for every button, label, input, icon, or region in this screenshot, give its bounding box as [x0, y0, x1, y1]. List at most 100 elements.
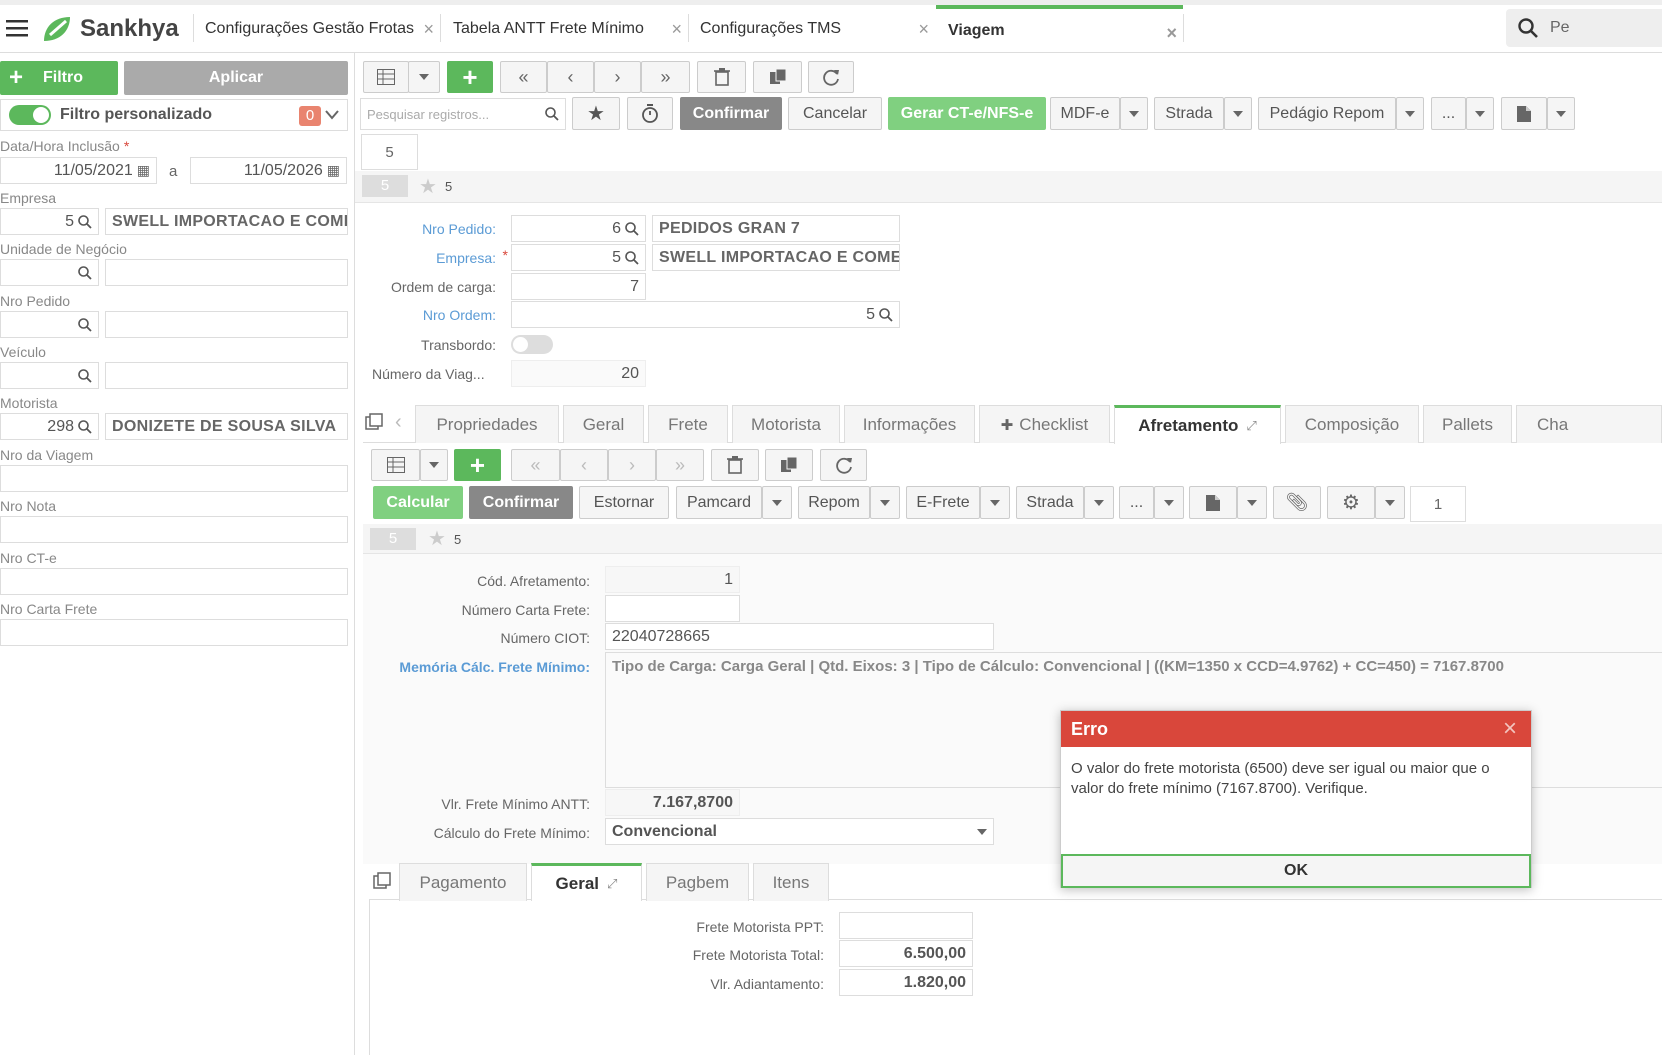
ok-button[interactable]: OK	[1061, 854, 1531, 888]
star-icon[interactable]: ★	[428, 526, 446, 551]
pedido-code-input[interactable]	[0, 311, 99, 338]
refresh-button[interactable]	[808, 61, 854, 93]
mdfe-dropdown[interactable]	[1120, 97, 1148, 130]
detail-prev-button[interactable]: ‹	[560, 449, 608, 481]
efrete-dropdown[interactable]	[980, 486, 1010, 519]
tab-configuracoes-tms[interactable]: Configurações TMS ×	[700, 5, 935, 52]
calculo-frete-minimo-select[interactable]: Convencional	[605, 818, 994, 845]
expand-icon[interactable]: ⤢	[607, 876, 617, 892]
detail-copy-button[interactable]	[765, 449, 813, 481]
empresa-name-field[interactable]: SWELL IMPORTACAO E COMER	[105, 208, 348, 235]
first-record-button[interactable]: «	[500, 61, 547, 93]
copy-tabs-icon[interactable]	[365, 413, 383, 431]
nro-pedido-code-input[interactable]: 6	[511, 215, 646, 242]
close-icon[interactable]: ×	[1166, 23, 1177, 44]
subtab-pagamento[interactable]: Pagamento	[399, 863, 527, 901]
settings-button[interactable]: ⚙	[1327, 486, 1375, 519]
detail-more-button[interactable]: ...	[1119, 486, 1154, 519]
next-record-button[interactable]: ›	[594, 61, 641, 93]
search-icon[interactable]	[879, 307, 893, 322]
close-icon[interactable]: ×	[918, 19, 929, 40]
grid-view-button[interactable]	[363, 61, 409, 93]
apply-button[interactable]: Aplicar	[124, 61, 348, 95]
global-search[interactable]: Pe	[1506, 9, 1662, 47]
subtab-itens[interactable]: Itens	[753, 863, 829, 901]
search-icon[interactable]	[625, 250, 639, 265]
custom-filter-toggle[interactable]	[9, 105, 51, 125]
records-search-input[interactable]: Pesquisar registros...	[360, 98, 566, 130]
nro-pedido-label[interactable]: Nro Pedido:	[360, 221, 496, 237]
close-icon[interactable]: ×	[671, 19, 682, 40]
mdfe-button[interactable]: MDF-e	[1050, 97, 1120, 130]
chevron-left-icon[interactable]: ‹	[395, 411, 402, 434]
calendar-icon[interactable]: ▦	[137, 162, 150, 179]
pamcard-button[interactable]: Pamcard	[676, 486, 762, 519]
subtab-geral[interactable]: Geral ⤢	[531, 863, 642, 901]
more-button[interactable]: ...	[1431, 97, 1466, 130]
menu-icon[interactable]	[6, 19, 28, 37]
tab-viagem[interactable]: Viagem ×	[936, 5, 1183, 52]
tab-cha[interactable]: Cha	[1516, 405, 1662, 443]
favorite-button[interactable]: ★	[572, 97, 620, 130]
grid-view-dropdown[interactable]	[408, 61, 440, 93]
pamcard-dropdown[interactable]	[762, 486, 792, 519]
gerar-cte-button[interactable]: Gerar CT-e/NFS-e	[888, 97, 1046, 130]
attach-button[interactable]: 📎︎	[1273, 486, 1321, 519]
expand-icon[interactable]: ⤢	[1246, 418, 1256, 434]
estornar-button[interactable]: Estornar	[579, 486, 669, 519]
subtab-pagbem[interactable]: Pagbem	[646, 863, 749, 901]
ordem-carga-input[interactable]: 7	[511, 273, 646, 300]
viagem-input[interactable]	[0, 465, 348, 492]
close-icon[interactable]: ×	[423, 19, 434, 40]
frete-ppt-input[interactable]	[839, 912, 973, 939]
confirm-button[interactable]: Confirmar	[680, 97, 782, 130]
chevron-down-icon[interactable]	[325, 110, 339, 120]
detail-more-dropdown[interactable]	[1154, 486, 1184, 519]
repom-dropdown[interactable]	[870, 486, 900, 519]
tab-afretamento[interactable]: Afretamento ⤢	[1114, 405, 1281, 444]
pedagio-dropdown[interactable]	[1396, 97, 1424, 130]
calendar-icon[interactable]: ▦	[327, 162, 340, 179]
timer-button[interactable]	[627, 97, 673, 130]
detail-first-button[interactable]: «	[511, 449, 560, 481]
tab-checklist[interactable]: ✚ Checklist	[979, 405, 1110, 443]
tab-composicao[interactable]: Composição	[1285, 405, 1419, 443]
search-icon[interactable]	[78, 265, 92, 280]
pedido-name-field[interactable]	[105, 311, 348, 338]
prev-record-button[interactable]: ‹	[547, 61, 594, 93]
efrete-button[interactable]: E-Frete	[906, 486, 980, 519]
repom-button[interactable]: Repom	[798, 486, 870, 519]
tab-geral[interactable]: Geral	[563, 405, 644, 443]
pedagio-repom-button[interactable]: Pedágio Repom	[1258, 97, 1396, 130]
search-icon[interactable]	[78, 368, 92, 383]
veiculo-name-field[interactable]	[105, 362, 348, 389]
detail-strada-button[interactable]: Strada	[1016, 486, 1084, 519]
detail-confirm-button[interactable]: Confirmar	[469, 486, 573, 519]
cancel-button[interactable]: Cancelar	[788, 97, 882, 130]
search-icon[interactable]	[78, 419, 92, 434]
adiantamento-input[interactable]: 1.820,00	[839, 969, 973, 996]
detail-page-number[interactable]: 1	[1410, 486, 1466, 522]
detail-grid-button[interactable]	[371, 449, 420, 481]
form-empresa-name-field[interactable]: SWELL IMPORTACAO E COMER	[652, 244, 900, 271]
copy-button[interactable]	[753, 61, 802, 93]
detail-strada-dropdown[interactable]	[1084, 486, 1114, 519]
detail-next-button[interactable]: ›	[608, 449, 656, 481]
motorista-code-input[interactable]: 298	[0, 413, 99, 440]
tab-pallets[interactable]: Pallets	[1423, 405, 1512, 443]
tab-configuracoes-gestao-frotas[interactable]: Configurações Gestão Frotas ×	[205, 5, 440, 52]
empresa-code-input[interactable]: 5	[0, 208, 99, 235]
filter-button[interactable]: + Filtro	[0, 61, 118, 95]
close-icon[interactable]: ×	[1503, 715, 1517, 743]
date-to-input[interactable]: 11/05/2026 ▦	[190, 157, 347, 184]
nro-ordem-label[interactable]: Nro Ordem:	[360, 307, 496, 323]
detail-report-button[interactable]	[1189, 486, 1237, 519]
page-number-box[interactable]: 5	[361, 134, 418, 170]
detail-refresh-button[interactable]	[820, 449, 867, 481]
search-icon[interactable]	[78, 317, 92, 332]
last-record-button[interactable]: »	[641, 61, 690, 93]
veiculo-code-input[interactable]	[0, 362, 99, 389]
memoria-calc-label[interactable]: Memória Cálc. Frete Mínimo:	[380, 659, 590, 675]
search-icon[interactable]	[625, 221, 639, 236]
carta-input[interactable]	[0, 619, 348, 646]
